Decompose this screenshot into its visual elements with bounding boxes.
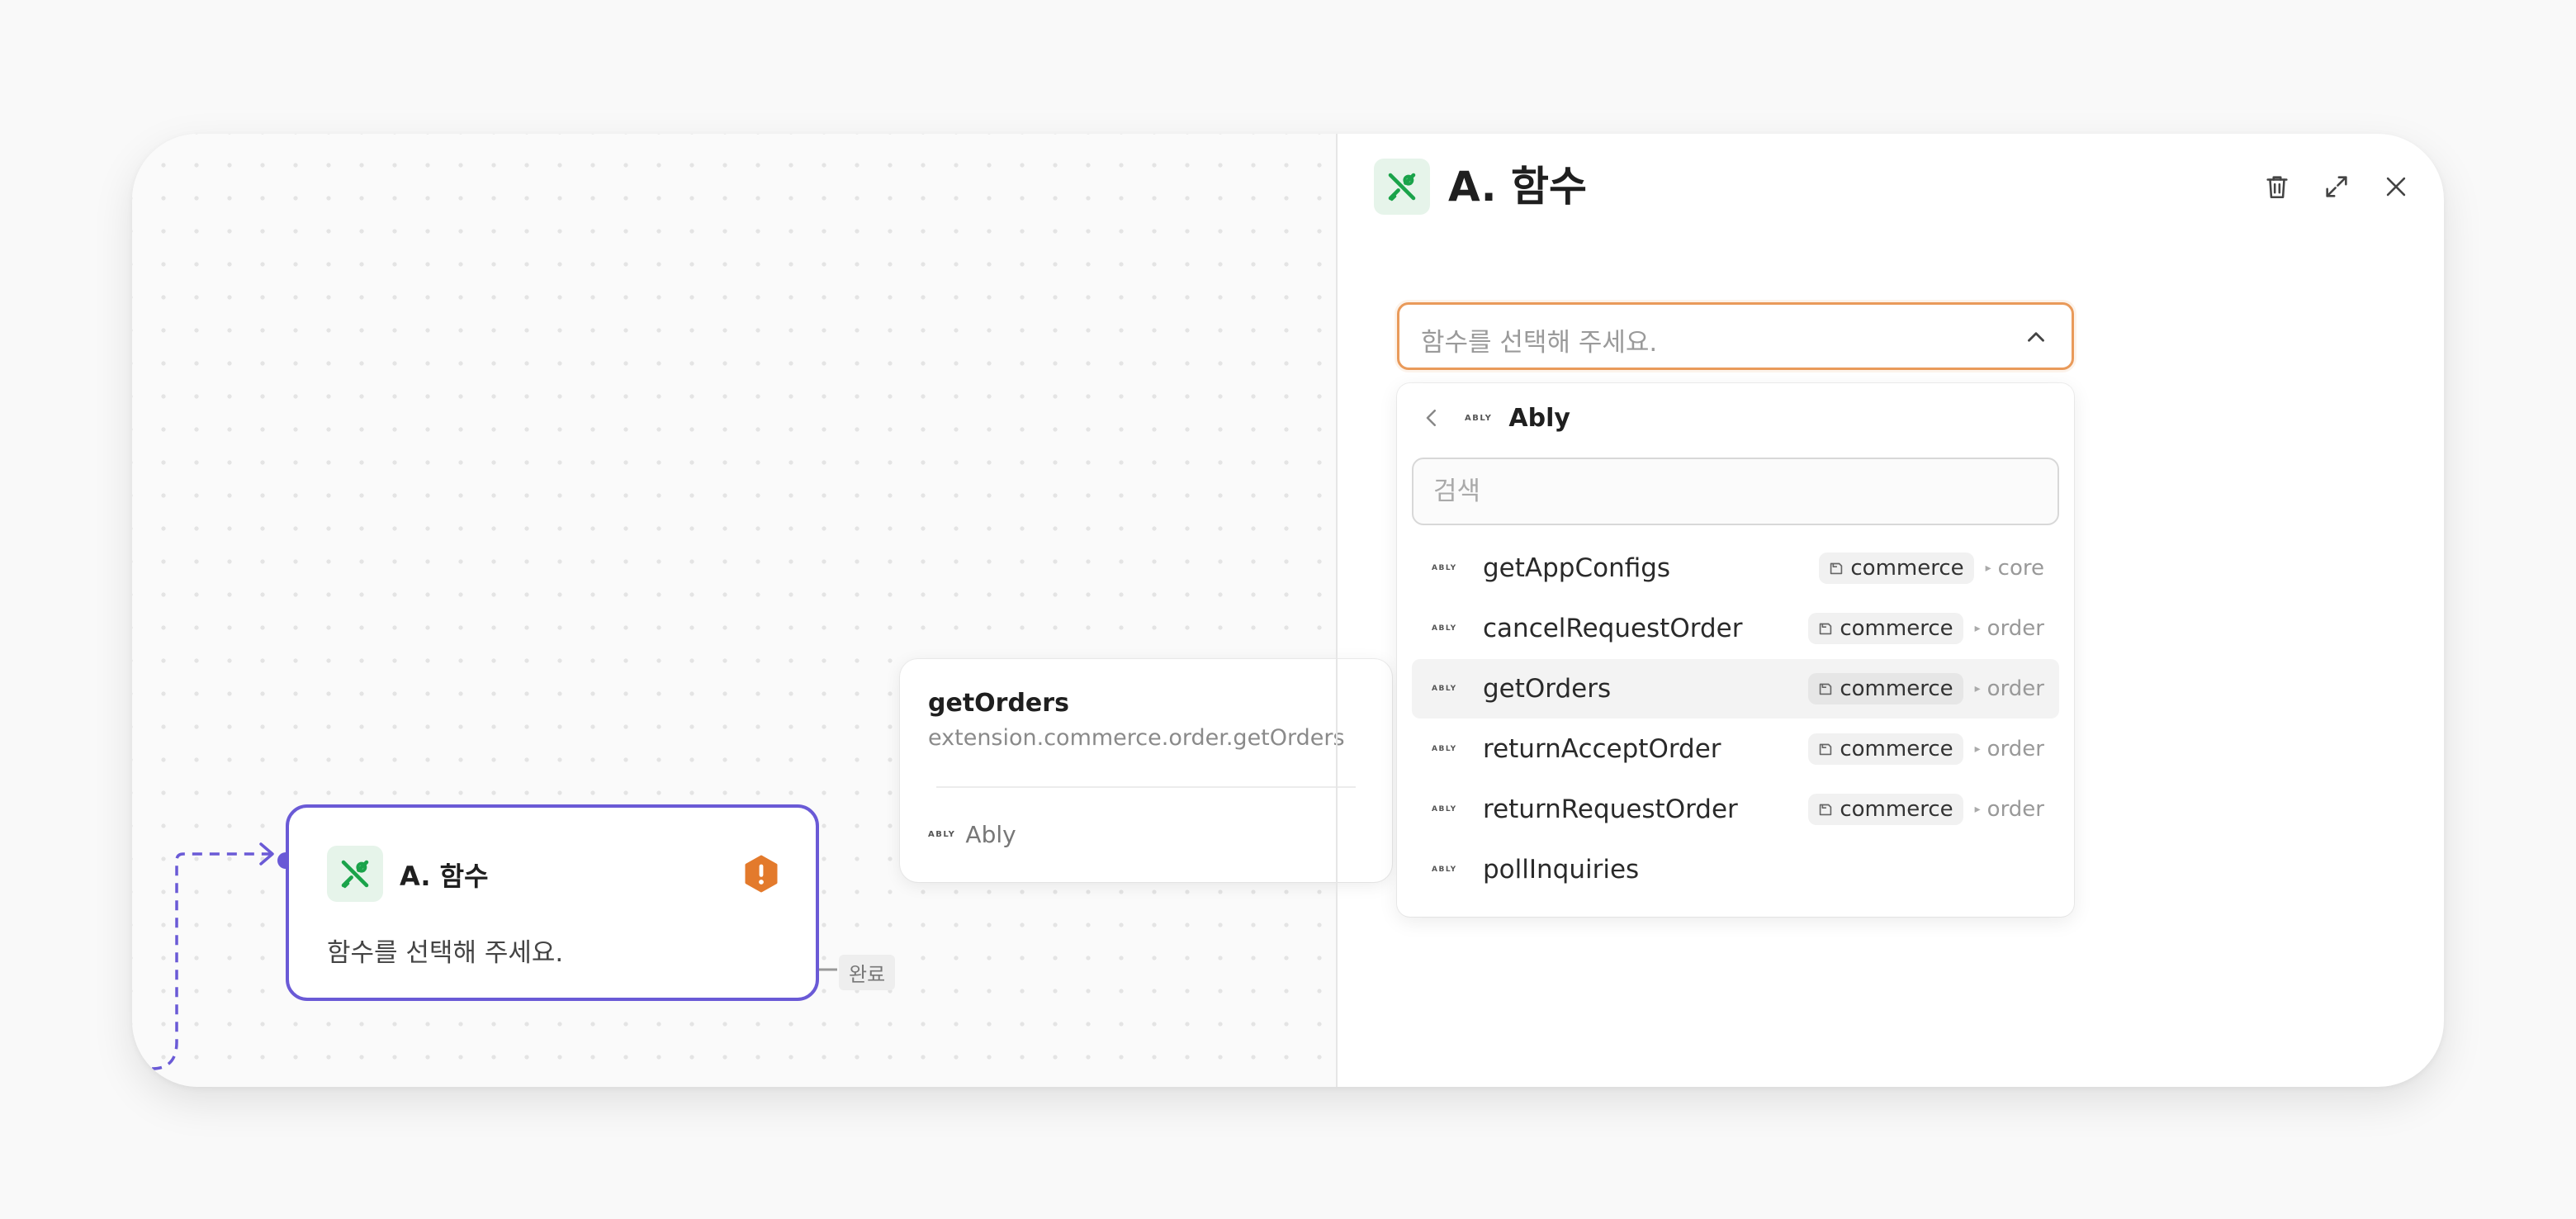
triangle-right-icon: ▸ — [1974, 622, 1981, 635]
expand-icon — [2326, 176, 2347, 197]
function-category: commerce ▸ core — [1819, 553, 2044, 584]
warning-icon — [741, 854, 781, 894]
subcategory-label: order — [1986, 797, 2044, 822]
expand-button[interactable] — [2317, 167, 2356, 206]
function-name: pollInquiries — [1483, 855, 1640, 885]
function-list-item[interactable]: ABLY returnAcceptOrder commerce ▸ order — [1412, 719, 2059, 779]
function-name: returnRequestOrder — [1483, 794, 1738, 824]
workflow-editor-window: A. 함수 함수를 선택해 주세요. 완료 getOrders extensio… — [132, 134, 2444, 1087]
node-title: A. 함수 — [400, 861, 489, 892]
function-list: ABLY getAppConfigs commerce ▸ core ABLY cancel… — [1412, 538, 2059, 900]
ably-logo-icon: ABLY — [1465, 413, 1493, 423]
chevron-up-icon — [2028, 332, 2044, 342]
function-category: commerce ▸ order — [1808, 613, 2044, 644]
panel-divider — [1336, 134, 1338, 1087]
box-icon — [1820, 804, 1832, 816]
panel-title: A. 함수 — [1448, 163, 1588, 211]
chevron-left-icon — [1426, 410, 1436, 426]
ably-logo-icon: ABLY — [1432, 685, 1457, 693]
function-list-item[interactable]: ABLY cancelRequestOrder commerce ▸ order — [1412, 599, 2059, 658]
subcategory-label: order — [1986, 616, 2044, 641]
triangle-right-icon: ▸ — [1974, 682, 1981, 695]
back-button[interactable] — [1417, 403, 1447, 433]
close-button[interactable] — [2376, 167, 2416, 206]
subcategory-label: order — [1986, 676, 2044, 701]
flow-canvas[interactable]: A. 함수 함수를 선택해 주세요. 완료 getOrders extensio… — [132, 134, 1392, 1087]
preview-provider-name: Ably — [965, 821, 1016, 848]
function-preview-card: getOrders extension.commerce.order.getOr… — [900, 659, 1392, 882]
function-name: returnAcceptOrder — [1483, 734, 1721, 764]
function-list-item[interactable]: ABLY returnRequestOrder commerce ▸ order — [1412, 780, 2059, 839]
triangle-right-icon: ▸ — [1974, 803, 1981, 816]
preview-title: getOrders — [928, 689, 1069, 718]
dropdown-header: ABLY Ably — [1417, 398, 1570, 438]
function-name: cancelRequestOrder — [1483, 614, 1743, 643]
subcategory-label: core — [1997, 556, 2044, 581]
category-label: commerce — [1840, 676, 1953, 701]
function-select[interactable]: 함수를 선택해 주세요. — [1397, 302, 2074, 370]
tools-icon — [327, 846, 383, 902]
preview-path: extension.commerce.order.getOrders — [928, 725, 1345, 751]
function-list-item[interactable]: ABLY getOrders commerce ▸ order — [1412, 659, 2059, 719]
function-list-item[interactable]: ABLY getAppConfigs commerce ▸ core — [1412, 538, 2059, 598]
function-select-placeholder: 함수를 선택해 주세요. — [1421, 328, 1658, 358]
subcategory: ▸ order — [1975, 797, 2044, 822]
trash-icon — [2266, 176, 2288, 199]
ably-logo-icon: ABLY — [928, 830, 956, 839]
dropdown-provider-name: Ably — [1508, 403, 1570, 433]
search-input[interactable] — [1412, 458, 2059, 525]
tools-icon — [1374, 159, 1430, 215]
box-icon — [1830, 562, 1843, 575]
ably-logo-icon: ABLY — [1432, 805, 1457, 813]
ably-logo-icon: ABLY — [1432, 564, 1457, 572]
box-icon — [1820, 683, 1832, 695]
function-category: commerce ▸ order — [1808, 673, 2044, 704]
next-edge-label[interactable]: 완료 — [839, 955, 896, 990]
function-name: getOrders — [1483, 674, 1612, 704]
category-label: commerce — [1840, 797, 1953, 822]
node-description: 함수를 선택해 주세요. — [327, 938, 564, 968]
category-badge: commerce — [1808, 613, 1963, 644]
function-dropdown: ABLY Ably ABLY getAppConfigs commerce ▸ core… — [1397, 383, 2074, 917]
subcategory: ▸ order — [1975, 676, 2044, 701]
subcategory-label: order — [1986, 737, 2044, 761]
subcategory: ▸ core — [1986, 556, 2044, 581]
category-label: commerce — [1840, 737, 1953, 761]
triangle-right-icon: ▸ — [1985, 562, 1991, 575]
ably-logo-icon: ABLY — [1432, 745, 1457, 753]
function-list-item[interactable]: ABLY pollInquiries — [1412, 840, 2059, 899]
category-badge: commerce — [1808, 794, 1963, 825]
function-category: commerce ▸ order — [1808, 794, 2044, 825]
preview-divider — [936, 786, 1356, 788]
function-name: getAppConfigs — [1483, 553, 1671, 583]
function-node[interactable]: A. 함수 함수를 선택해 주세요. — [286, 804, 819, 1001]
delete-button[interactable] — [2257, 167, 2297, 206]
preview-provider: ABLY Ably — [928, 821, 1016, 848]
category-badge: commerce — [1808, 673, 1963, 704]
category-label: commerce — [1850, 556, 1964, 581]
category-badge: commerce — [1819, 553, 1974, 584]
category-label: commerce — [1840, 616, 1953, 641]
subcategory: ▸ order — [1975, 616, 2044, 641]
ably-logo-icon: ABLY — [1432, 866, 1457, 874]
category-badge: commerce — [1808, 733, 1963, 765]
ably-logo-icon: ABLY — [1432, 624, 1457, 633]
function-category: commerce ▸ order — [1808, 733, 2044, 765]
subcategory: ▸ order — [1975, 737, 2044, 761]
close-icon — [2386, 177, 2406, 197]
triangle-right-icon: ▸ — [1974, 742, 1981, 756]
box-icon — [1820, 623, 1832, 635]
box-icon — [1820, 743, 1832, 756]
